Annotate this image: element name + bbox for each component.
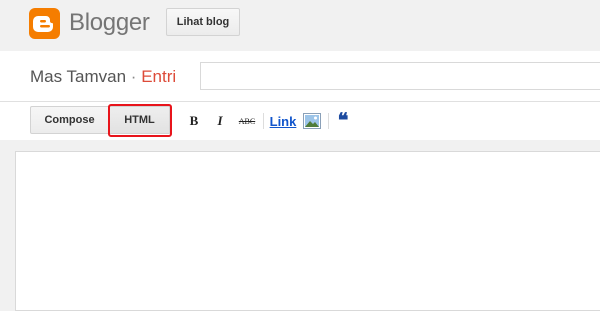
tab-compose[interactable]: Compose	[30, 106, 109, 134]
html-tab-highlight	[108, 104, 172, 137]
blog-name: Mas Tamvan	[30, 67, 127, 86]
image-icon[interactable]	[303, 112, 321, 130]
strikethrough-button[interactable]: ABC	[236, 112, 258, 130]
post-body-editor[interactable]	[15, 151, 600, 311]
top-bar: Blogger Lihat blog	[0, 0, 600, 50]
bold-button[interactable]: B	[186, 112, 202, 130]
italic-button[interactable]: I	[212, 112, 228, 130]
editor-toolbar: Compose HTML B I ABC Link ❝	[0, 102, 600, 140]
toolbar-divider	[263, 113, 264, 129]
blogger-logo-icon[interactable]	[29, 8, 60, 39]
post-title-bar: Mas Tamvan · Entri	[0, 51, 600, 102]
post-title-input[interactable]	[200, 62, 600, 90]
breadcrumb-separator: ·	[130, 67, 137, 86]
entry-label: Entri	[141, 67, 177, 86]
link-button[interactable]: Link	[268, 112, 298, 130]
breadcrumb: Mas Tamvan · Entri	[30, 67, 176, 87]
editor-area	[0, 140, 600, 311]
brand-name[interactable]: Blogger	[69, 8, 150, 38]
view-blog-button[interactable]: Lihat blog	[166, 8, 240, 36]
toolbar-divider	[328, 113, 329, 129]
quote-icon[interactable]: ❝	[334, 111, 352, 131]
